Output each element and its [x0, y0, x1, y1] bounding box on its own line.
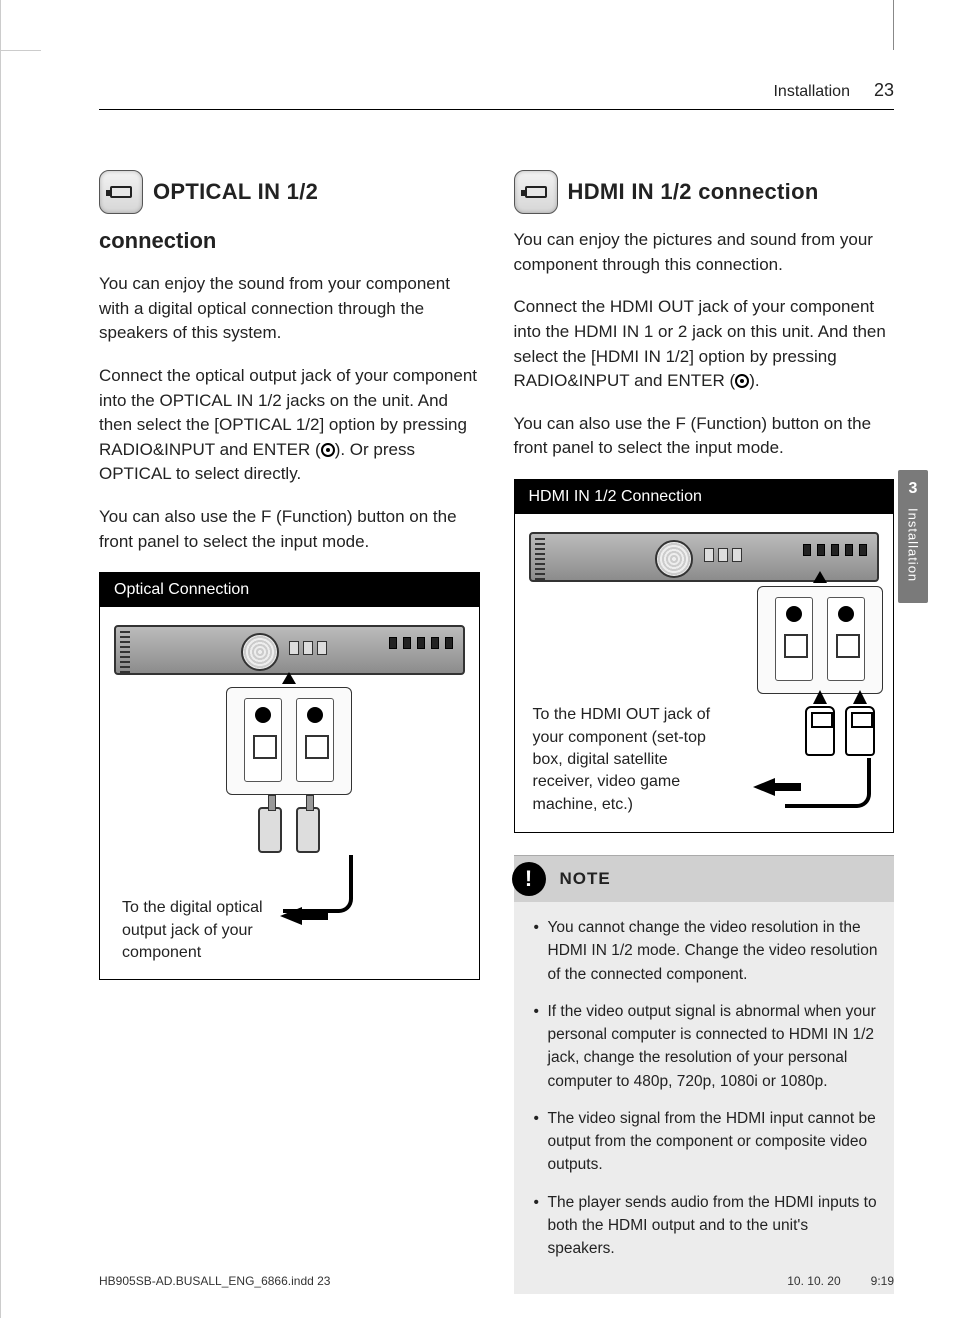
optical-diagram-title: Optical Connection: [100, 573, 479, 607]
optical-para3: You can also use the F (Function) button…: [99, 505, 480, 554]
side-tab-label: Installation: [906, 508, 921, 582]
hdmi-diagram-title: HDMI IN 1/2 Connection: [515, 480, 894, 514]
header-page-number: 23: [874, 80, 894, 101]
optical-heading-line2: connection: [99, 228, 480, 254]
hdmi-heading: HDMI IN 1/2 connection: [568, 179, 819, 205]
note-item: If the video output signal is abnormal w…: [534, 1000, 879, 1093]
hdmi-para1: You can enjoy the pictures and sound fro…: [514, 228, 895, 277]
header-section: Installation: [773, 83, 850, 101]
footer-time: 9:19: [871, 1274, 894, 1288]
connection-icon: [99, 170, 143, 214]
optical-para2: Connect the optical output jack of your …: [99, 364, 480, 487]
hdmi-jack-box: [757, 586, 883, 694]
note-item: You cannot change the video resolution i…: [534, 916, 879, 986]
hdmi-para2-b: ).: [749, 371, 759, 390]
optical-para1: You can enjoy the sound from your compon…: [99, 272, 480, 346]
optical-cable: [283, 855, 353, 913]
note-item: The player sends audio from the HDMI inp…: [534, 1191, 879, 1261]
enter-icon: [735, 374, 749, 388]
page-footer: HB905SB-AD.BUSALL_ENG_6866.indd 23 10. 1…: [99, 1274, 894, 1288]
optical-diagram: Optical Connection: [99, 572, 480, 980]
optical-heading-line1: OPTICAL IN 1/2: [153, 179, 318, 205]
optical-plugs: [258, 807, 320, 853]
rear-panel-illustration: [114, 625, 465, 675]
left-column: OPTICAL IN 1/2 connection You can enjoy …: [99, 170, 480, 1294]
hdmi-para2-a: Connect the HDMI OUT jack of your compon…: [514, 297, 886, 390]
hdmi-para3: You can also use the F (Function) button…: [514, 412, 895, 461]
note-list: You cannot change the video resolution i…: [534, 916, 879, 1260]
side-tab-number: 3: [898, 480, 928, 498]
optical-diagram-caption: To the digital optical output jack of yo…: [122, 897, 292, 964]
page-header: Installation 23: [99, 80, 894, 110]
note-block: ! NOTE You cannot change the video resol…: [514, 855, 895, 1294]
note-icon: !: [512, 862, 546, 896]
note-item: The video signal from the HDMI input can…: [534, 1107, 879, 1177]
arrow-left-icon: [753, 778, 775, 796]
right-column: HDMI IN 1/2 connection You can enjoy the…: [514, 170, 895, 1294]
hdmi-diagram: HDMI IN 1/2 Connection: [514, 479, 895, 833]
crop-mark: [893, 0, 894, 50]
hdmi-para2: Connect the HDMI OUT jack of your compon…: [514, 295, 895, 394]
note-title: NOTE: [560, 869, 611, 889]
footer-file: HB905SB-AD.BUSALL_ENG_6866.indd 23: [99, 1274, 330, 1288]
connection-icon: [514, 170, 558, 214]
side-tab: 3 Installation: [898, 470, 928, 603]
enter-icon: [321, 443, 335, 457]
hdmi-diagram-caption: To the HDMI OUT jack of your component (…: [533, 704, 723, 816]
hdmi-plugs: [805, 706, 875, 756]
footer-date: 10. 10. 20: [787, 1274, 840, 1288]
optical-jack-box: [226, 687, 352, 795]
optical-para2-a: Connect the optical output jack of your …: [99, 366, 477, 459]
